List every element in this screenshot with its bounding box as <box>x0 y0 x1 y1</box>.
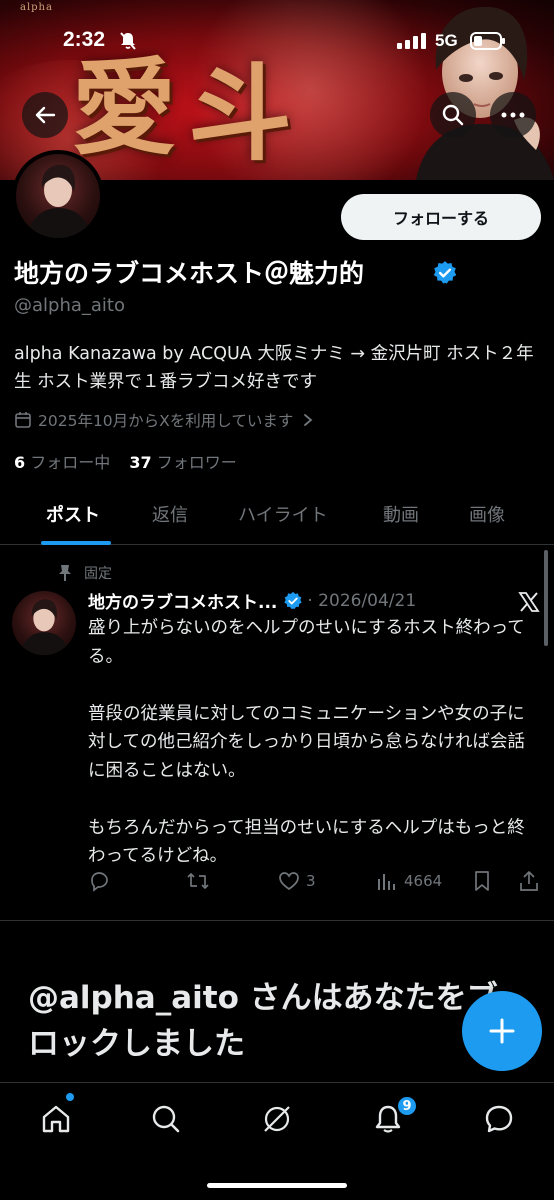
nav-messages[interactable] <box>479 1099 519 1139</box>
bookmark-icon <box>475 871 489 891</box>
network-type: 5G <box>435 31 458 50</box>
following-link[interactable]: 6 フォロー中 <box>14 453 110 472</box>
following-label: フォロー中 <box>30 453 111 472</box>
compose-post-button[interactable] <box>462 991 542 1071</box>
pin-icon <box>59 565 71 581</box>
active-tab-indicator <box>41 541 111 545</box>
post-date[interactable]: · 2026/04/21 <box>307 591 416 611</box>
search-button[interactable] <box>430 92 476 138</box>
views-button[interactable]: 4664 <box>376 870 442 892</box>
divider <box>0 920 554 921</box>
post-actions: 3 4664 <box>88 868 542 898</box>
battery-icon <box>470 32 505 50</box>
reply-button[interactable] <box>88 870 110 892</box>
joined-text: 2025年10月からXを利用しています <box>38 412 294 430</box>
profile-display-name: 地方のラブコメホスト＠魅力的 <box>14 259 365 288</box>
silent-bell-icon <box>120 32 136 50</box>
following-count: 6 <box>14 453 26 472</box>
blocked-notice: @alpha_aito さんはあなたをブロックしました <box>28 980 498 1062</box>
like-count: 3 <box>306 872 316 890</box>
pinned-indicator: 固定 <box>58 563 112 583</box>
home-indicator <box>207 1183 347 1188</box>
explore-icon <box>152 1105 180 1133</box>
post-text: 盛り上がらないのをヘルプのせいにするホスト終わってる。 普段の従業員に対してのコ… <box>88 618 525 866</box>
view-count: 4664 <box>404 872 443 890</box>
profile-tabs: ポスト 返信 ハイライト 動画 画像 <box>0 489 554 545</box>
plus-icon <box>489 1018 515 1044</box>
like-button[interactable]: 3 <box>278 870 316 892</box>
reply-icon <box>91 872 108 892</box>
post-author-avatar[interactable] <box>12 591 76 655</box>
bookmark-button[interactable] <box>472 870 492 892</box>
more-icon <box>501 112 525 118</box>
tab-replies[interactable]: 返信 <box>152 501 188 527</box>
joined-date[interactable]: 2025年10月からXを利用しています <box>14 409 321 431</box>
calendar-icon <box>15 412 31 428</box>
notification-badge: 9 <box>396 1095 418 1117</box>
views-icon <box>378 874 395 890</box>
home-icon <box>42 1105 70 1133</box>
verified-badge-icon <box>284 591 303 609</box>
share-icon <box>520 871 538 891</box>
chevron-right-icon <box>304 414 313 426</box>
x-logo-icon <box>518 592 540 612</box>
status-time: 2:32 <box>63 28 106 51</box>
profile-handle: @alpha_aito <box>14 295 125 316</box>
repost-icon <box>187 873 209 889</box>
grok-icon <box>264 1106 290 1132</box>
nav-grok[interactable] <box>257 1099 297 1139</box>
back-arrow-icon <box>35 106 56 124</box>
post-author-name[interactable]: 地方のラブコメホスト... <box>88 588 277 613</box>
more-options-button[interactable] <box>490 92 536 138</box>
avatar-image <box>19 599 70 655</box>
messages-icon <box>485 1105 513 1133</box>
tab-posts[interactable]: ポスト <box>46 501 100 527</box>
verified-badge-icon[interactable] <box>432 260 458 286</box>
pinned-label: 固定 <box>84 566 112 582</box>
tab-images[interactable]: 画像 <box>469 501 505 527</box>
nav-explore[interactable] <box>146 1099 186 1139</box>
follow-stats: 6 フォロー中 37 フォロワー <box>14 449 237 473</box>
repost-button[interactable] <box>186 870 210 892</box>
back-button[interactable] <box>22 92 68 138</box>
avatar-image <box>26 164 92 238</box>
home-unread-dot <box>66 1093 74 1101</box>
status-bar: 2:32 5G <box>0 0 554 80</box>
profile-bio: alpha Kanazawa by ACQUA 大阪ミナミ → 金沢片町 ホスト… <box>14 344 534 392</box>
like-icon <box>279 872 299 891</box>
nav-home[interactable] <box>36 1099 76 1139</box>
followers-label: フォロワー <box>156 453 237 472</box>
followers-count: 37 <box>129 453 152 472</box>
tab-highlights[interactable]: ハイライト <box>238 501 328 527</box>
scrollbar[interactable] <box>544 550 548 646</box>
search-icon <box>442 104 464 126</box>
signal-icon <box>397 33 426 49</box>
follow-button[interactable]: フォローする <box>341 194 541 240</box>
tab-videos[interactable]: 動画 <box>383 501 419 527</box>
share-button[interactable] <box>518 870 540 892</box>
post-header: 地方のラブコメホスト... · 2026/04/21 <box>88 588 416 614</box>
profile-avatar[interactable] <box>12 150 104 242</box>
followers-link[interactable]: 37 フォロワー <box>129 453 236 472</box>
